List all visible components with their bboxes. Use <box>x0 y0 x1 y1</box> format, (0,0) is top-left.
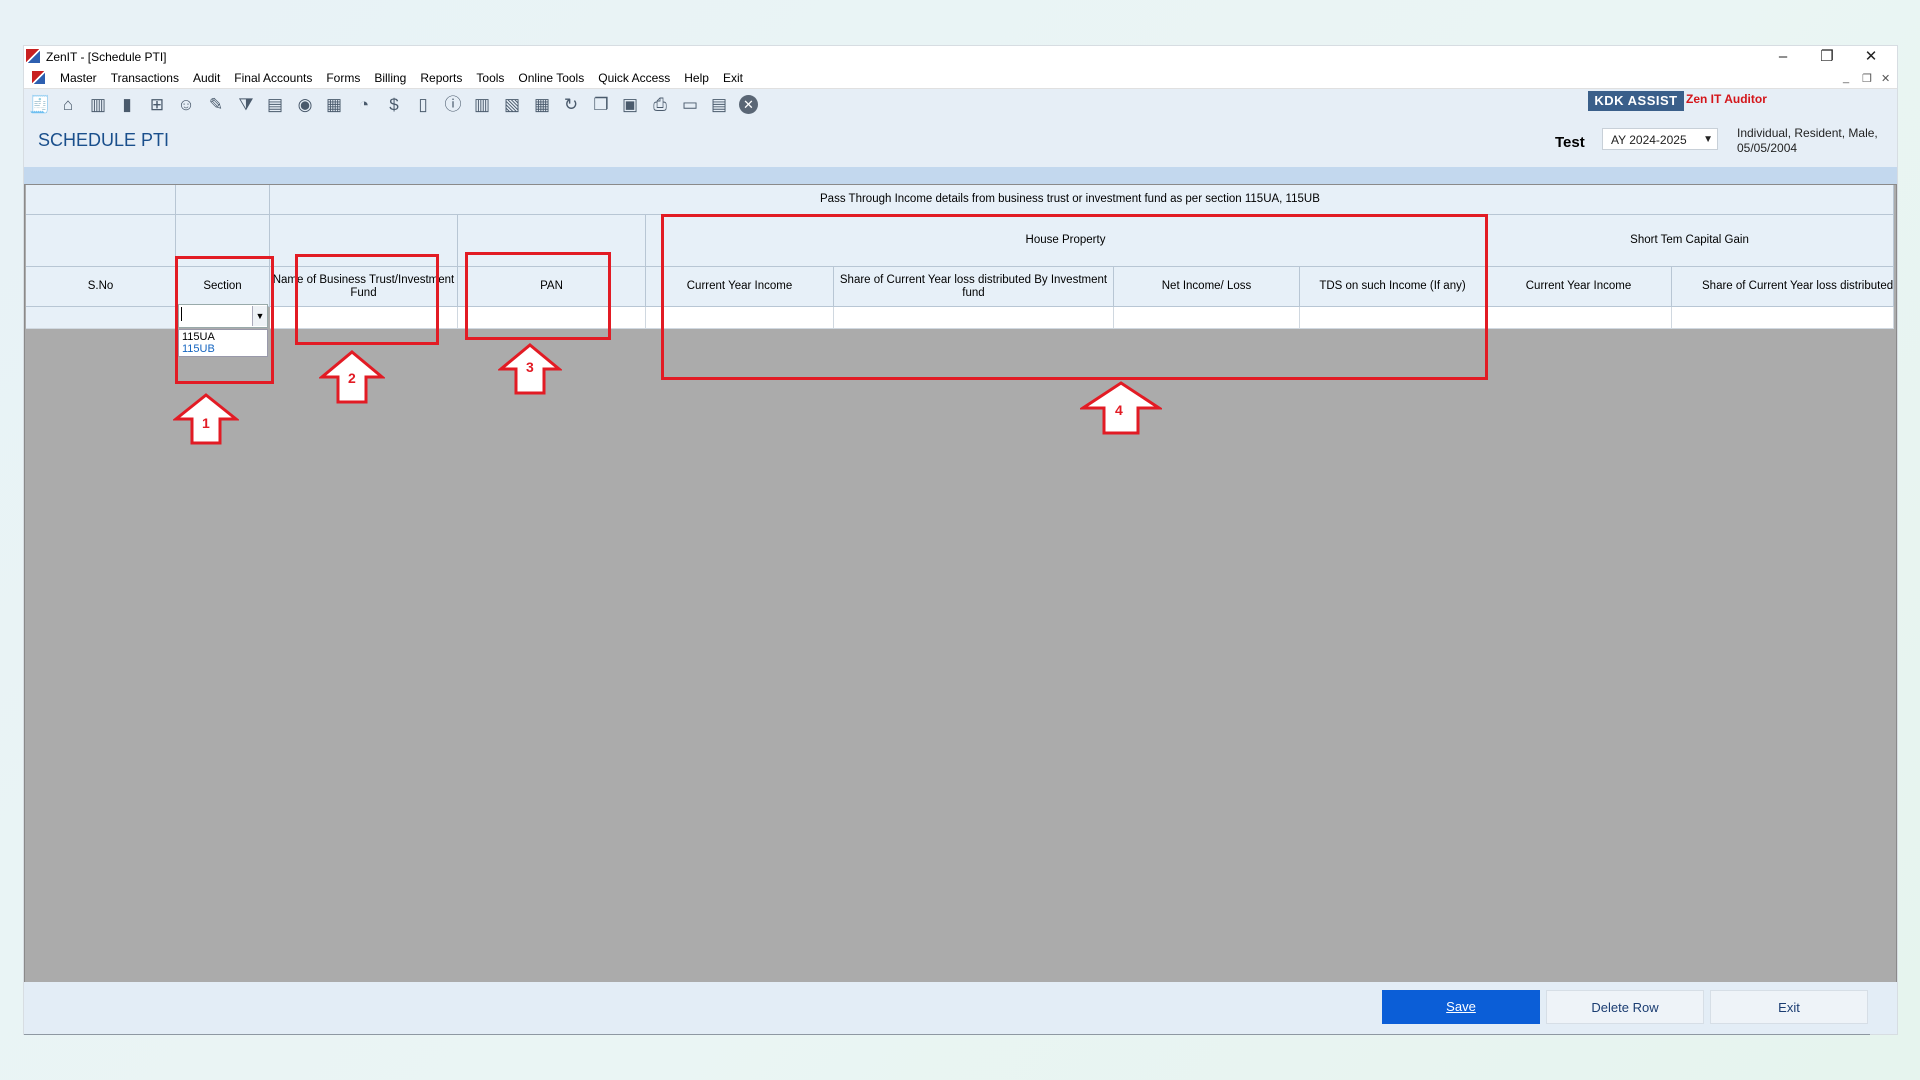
status-divider <box>24 1034 1870 1035</box>
menu-transactions[interactable]: Transactions <box>104 71 186 85</box>
tools-icon[interactable]: ✎ <box>206 95 226 115</box>
document-icon[interactable]: ▧ <box>502 95 522 115</box>
delete-row-label: Delete Row <box>1591 1000 1659 1015</box>
menu-final-accounts[interactable]: Final Accounts <box>227 71 319 85</box>
table-cell-stcg-income[interactable] <box>1486 307 1672 329</box>
app-window: ZenIT - [Schedule PTI] – ❐ ✕ Master Tran… <box>24 46 1897 1035</box>
annotation-box-2 <box>295 254 439 345</box>
client-info: Individual, Resident, Male, 05/05/2004 <box>1737 126 1878 155</box>
bar-chart-icon[interactable]: ▮ <box>117 95 137 115</box>
header-band <box>24 167 1897 184</box>
blank-header <box>26 185 176 215</box>
refresh-icon[interactable]: ↻ <box>561 95 581 115</box>
annotation-number-2: 2 <box>348 370 356 386</box>
zen-it-auditor-label: Zen IT Auditor <box>1686 92 1767 106</box>
delete-row-button[interactable]: Delete Row <box>1546 990 1704 1024</box>
blank-header <box>26 215 176 267</box>
group-short-term-capital-gain: Short Tem Capital Gain <box>1486 215 1894 267</box>
copy-icon[interactable]: ❐ <box>591 95 611 115</box>
gift-icon[interactable]: ⊞ <box>147 95 167 115</box>
pie-icon[interactable]: ◔ <box>354 95 374 115</box>
printer-icon[interactable]: ⎙ <box>650 95 670 115</box>
menu-online-tools[interactable]: Online Tools <box>511 71 591 85</box>
column-header-stcg-income: Current Year Income <box>1486 267 1672 307</box>
window-title: ZenIT - [Schedule PTI] <box>46 50 167 64</box>
mdi-restore-button[interactable]: ❐ <box>1862 72 1872 85</box>
sheet-icon[interactable]: ▤ <box>709 95 729 115</box>
people-icon[interactable]: ☺ <box>176 95 196 115</box>
menu-exit[interactable]: Exit <box>716 71 750 85</box>
menu-bar: Master Transactions Audit Final Accounts… <box>24 68 1897 89</box>
menu-audit[interactable]: Audit <box>186 71 227 85</box>
menu-quick-access[interactable]: Quick Access <box>591 71 677 85</box>
home-icon[interactable]: ⌂ <box>58 95 78 115</box>
mdi-minimize-button[interactable]: _ <box>1843 72 1849 84</box>
annotation-box-4 <box>661 214 1488 380</box>
menu-billing[interactable]: Billing <box>367 71 413 85</box>
assessment-year-value: AY 2024-2025 <box>1611 133 1687 147</box>
tax-icon[interactable]: ▤ <box>265 95 285 115</box>
annotation-box-1 <box>175 256 274 384</box>
chevron-down-icon[interactable]: ▼ <box>1703 129 1713 151</box>
receipt-icon[interactable]: 🧾 <box>29 95 50 115</box>
mdi-close-button[interactable]: ✕ <box>1881 72 1890 85</box>
pay-icon[interactable]: $ <box>384 95 404 115</box>
table-cell-sno <box>26 307 176 329</box>
title-bar: ZenIT - [Schedule PTI] – ❐ ✕ <box>24 46 1897 68</box>
exit-label: Exit <box>1778 1000 1800 1015</box>
annotation-number-3: 3 <box>526 359 534 375</box>
blank-header <box>176 185 270 215</box>
annotation-number-1: 1 <box>202 415 210 431</box>
close-button[interactable]: ✕ <box>1848 46 1894 68</box>
calculator-icon[interactable]: ▦ <box>324 95 344 115</box>
menu-reports[interactable]: Reports <box>413 71 469 85</box>
column-header-stcg-loss-share: Share of Current Year loss distributed B… <box>1672 267 1894 307</box>
exit-button[interactable]: Exit <box>1710 990 1868 1024</box>
mdi-logo-icon <box>32 71 45 84</box>
300-icon[interactable]: ▭ <box>680 95 700 115</box>
page-title: SCHEDULE PTI <box>38 130 170 150</box>
building-icon[interactable]: ▥ <box>88 95 108 115</box>
annotation-box-3 <box>465 252 611 340</box>
disc-icon[interactable]: ◉ <box>295 95 315 115</box>
menu-tools[interactable]: Tools <box>469 71 511 85</box>
column-header-sno: S.No <box>26 267 176 307</box>
zenit-logo-icon <box>26 49 40 63</box>
menu-master[interactable]: Master <box>53 71 104 85</box>
close-circle-icon[interactable]: ✕ <box>739 95 758 114</box>
kdk-assist-logo[interactable]: KDK ASSIST <box>1588 91 1684 111</box>
table-cell-stcg-loss-share[interactable] <box>1672 307 1894 329</box>
menu-forms[interactable]: Forms <box>319 71 367 85</box>
minimize-button[interactable]: – <box>1760 46 1806 68</box>
menu-help[interactable]: Help <box>677 71 716 85</box>
book-icon[interactable]: ▯ <box>413 95 433 115</box>
save-label: Save <box>1446 999 1476 1014</box>
pti-banner: Pass Through Income details from busines… <box>270 185 1894 215</box>
bs-icon[interactable]: ▣ <box>620 95 640 115</box>
save-button[interactable]: Save <box>1382 990 1540 1024</box>
calendar-icon[interactable]: ▦ <box>532 95 552 115</box>
annotation-number-4: 4 <box>1115 402 1123 418</box>
filter-icon[interactable]: ⧩ <box>236 95 256 115</box>
client-name: Test <box>1555 134 1585 151</box>
assessment-year-select[interactable]: AY 2024-2025 ▼ <box>1602 128 1718 150</box>
info-icon[interactable]: ⓘ <box>443 95 463 115</box>
report-icon[interactable]: ▥ <box>472 95 492 115</box>
restore-button[interactable]: ❐ <box>1804 46 1850 68</box>
